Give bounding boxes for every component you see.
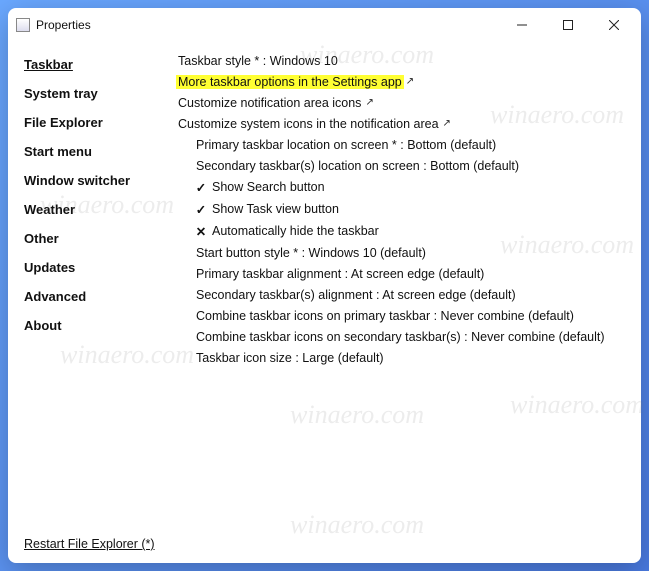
- sidebar-item-about[interactable]: About: [24, 311, 160, 340]
- maximize-button[interactable]: [545, 10, 591, 40]
- setting-label: Taskbar icon size : Large (default): [194, 351, 386, 365]
- app-icon: [16, 18, 30, 32]
- minimize-button[interactable]: [499, 10, 545, 40]
- external-link-icon: ↗: [365, 97, 373, 108]
- external-link-icon: ↗: [443, 118, 451, 129]
- sidebar-item-file-explorer[interactable]: File Explorer: [24, 108, 160, 137]
- sidebar-item-label: Start menu: [24, 144, 92, 159]
- titlebar: Properties: [8, 8, 641, 42]
- setting-taskbar-style[interactable]: Taskbar style * : Windows 10: [172, 50, 633, 71]
- setting-customize-notification-icons[interactable]: Customize notification area icons↗: [172, 92, 633, 113]
- cross-icon: ✕: [194, 224, 208, 239]
- sidebar-item-updates[interactable]: Updates: [24, 253, 160, 282]
- setting-auto-hide-taskbar[interactable]: ✕Automatically hide the taskbar: [172, 220, 633, 242]
- sidebar-item-start-menu[interactable]: Start menu: [24, 137, 160, 166]
- setting-show-search-button[interactable]: ✓Show Search button: [172, 176, 633, 198]
- check-icon: ✓: [194, 202, 208, 217]
- external-link-icon: ↗: [406, 76, 414, 87]
- setting-label: Customize system icons in the notificati…: [176, 117, 441, 131]
- sidebar-item-label: Window switcher: [24, 173, 130, 188]
- setting-show-task-view-button[interactable]: ✓Show Task view button: [172, 198, 633, 220]
- setting-customize-system-icons[interactable]: Customize system icons in the notificati…: [172, 113, 633, 134]
- close-button[interactable]: [591, 10, 637, 40]
- content-area: Taskbar System tray File Explorer Start men…: [8, 42, 641, 529]
- setting-more-taskbar-options[interactable]: More taskbar options in the Settings app…: [172, 71, 633, 92]
- setting-label: Show Task view button: [210, 202, 341, 216]
- sidebar-item-other[interactable]: Other: [24, 224, 160, 253]
- check-icon: ✓: [194, 180, 208, 195]
- sidebar-item-label: Advanced: [24, 289, 86, 304]
- setting-label: Show Search button: [210, 180, 327, 194]
- setting-label: Combine taskbar icons on primary taskbar…: [194, 309, 576, 323]
- sidebar-item-label: About: [24, 318, 62, 333]
- sidebar-item-label: Weather: [24, 202, 75, 217]
- setting-label: Automatically hide the taskbar: [210, 224, 381, 238]
- setting-secondary-taskbar-alignment[interactable]: Secondary taskbar(s) alignment : At scre…: [172, 284, 633, 305]
- setting-label: Primary taskbar location on screen * : B…: [194, 138, 498, 152]
- sidebar-item-label: File Explorer: [24, 115, 103, 130]
- footer: Restart File Explorer (*): [8, 529, 641, 563]
- sidebar: Taskbar System tray File Explorer Start men…: [24, 50, 160, 527]
- setting-label: Customize notification area icons: [176, 96, 363, 110]
- sidebar-item-label: Taskbar: [24, 57, 73, 72]
- setting-label: Combine taskbar icons on secondary taskb…: [194, 330, 607, 344]
- settings-list: Taskbar style * : Windows 10 More taskbar…: [160, 50, 633, 527]
- setting-label: Taskbar style * : Windows 10: [176, 54, 340, 68]
- properties-window: Properties Taskbar System tray File Explor…: [8, 8, 641, 563]
- setting-label: Secondary taskbar(s) location on screen …: [194, 159, 521, 173]
- setting-combine-secondary[interactable]: Combine taskbar icons on secondary taskb…: [172, 326, 633, 347]
- setting-secondary-taskbar-location[interactable]: Secondary taskbar(s) location on screen …: [172, 155, 633, 176]
- setting-label: Secondary taskbar(s) alignment : At scre…: [194, 288, 518, 302]
- sidebar-item-weather[interactable]: Weather: [24, 195, 160, 224]
- setting-taskbar-icon-size[interactable]: Taskbar icon size : Large (default): [172, 347, 633, 368]
- window-title: Properties: [36, 18, 91, 32]
- sidebar-item-system-tray[interactable]: System tray: [24, 79, 160, 108]
- setting-primary-taskbar-alignment[interactable]: Primary taskbar alignment : At screen ed…: [172, 263, 633, 284]
- sidebar-item-advanced[interactable]: Advanced: [24, 282, 160, 311]
- sidebar-item-label: System tray: [24, 86, 98, 101]
- sidebar-item-taskbar[interactable]: Taskbar: [24, 50, 160, 79]
- sidebar-item-label: Other: [24, 231, 59, 246]
- sidebar-item-label: Updates: [24, 260, 75, 275]
- setting-label: Primary taskbar alignment : At screen ed…: [194, 267, 486, 281]
- setting-start-button-style[interactable]: Start button style * : Windows 10 (defau…: [172, 242, 633, 263]
- setting-label: Start button style * : Windows 10 (defau…: [194, 246, 428, 260]
- setting-label: More taskbar options in the Settings app: [176, 75, 404, 89]
- setting-primary-taskbar-location[interactable]: Primary taskbar location on screen * : B…: [172, 134, 633, 155]
- setting-combine-primary[interactable]: Combine taskbar icons on primary taskbar…: [172, 305, 633, 326]
- restart-file-explorer-link[interactable]: Restart File Explorer (*): [24, 537, 155, 551]
- sidebar-item-window-switcher[interactable]: Window switcher: [24, 166, 160, 195]
